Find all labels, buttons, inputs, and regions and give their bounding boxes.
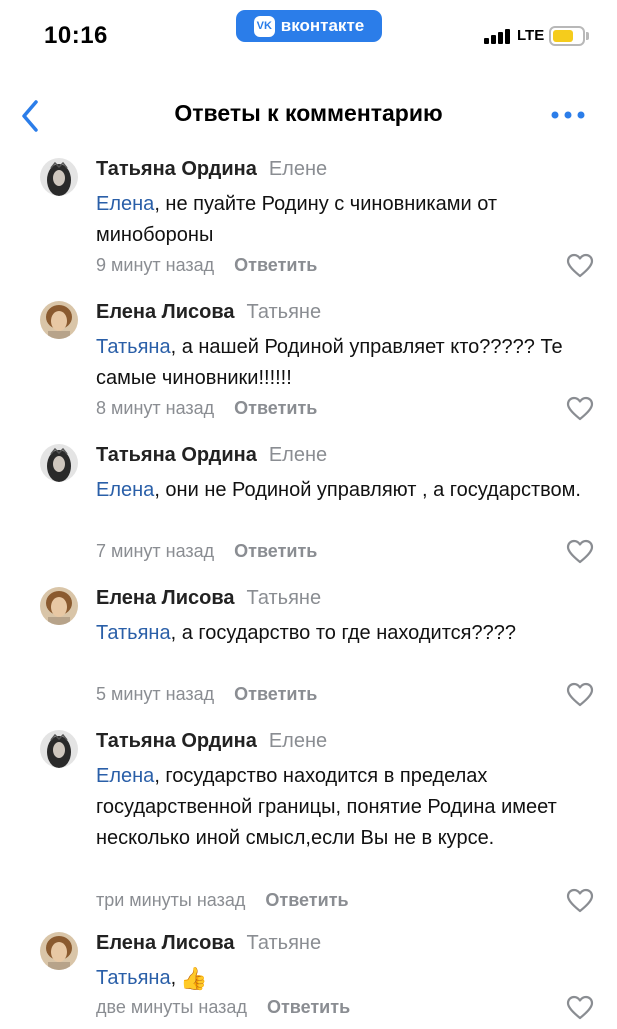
page-title: Ответы к комментарию: [174, 100, 443, 126]
comment-item: Татьяна Ордина Елене Елена, они не Родино…: [0, 438, 617, 581]
battery-icon: [549, 26, 585, 46]
comment-body: , а государство то где находится????: [170, 622, 516, 644]
mention-link[interactable]: Татьяна: [96, 622, 171, 644]
reply-to[interactable]: Татьяне: [247, 587, 322, 609]
comment-body: , они не Родиной управляют , а государст…: [154, 479, 581, 501]
mention-link[interactable]: Елена: [96, 193, 154, 215]
comment-meta: 9 минут назад Ответить: [96, 255, 317, 276]
like-button[interactable]: [566, 539, 594, 565]
comment-author[interactable]: Татьяна Ордина: [96, 444, 257, 466]
comment-item: Елена Лисова Татьяне Татьяна, а государст…: [0, 581, 617, 724]
like-button[interactable]: [566, 253, 594, 279]
comment-author[interactable]: Елена Лисова: [96, 932, 235, 954]
comment-time: 5 минут назад: [96, 684, 215, 704]
comment-time: 7 минут назад: [96, 541, 215, 561]
comment-meta: две минуты назад Ответить: [96, 997, 350, 1018]
reply-button[interactable]: Ответить: [234, 541, 317, 561]
comment-author[interactable]: Елена Лисова: [96, 301, 235, 323]
reply-button[interactable]: Ответить: [267, 997, 350, 1017]
comment-text: Елена, государство находится в пределах …: [96, 761, 601, 854]
reply-button[interactable]: Ответить: [234, 684, 317, 704]
heart-icon: [566, 396, 594, 421]
mention-link[interactable]: Елена: [96, 765, 154, 787]
mention-link[interactable]: Татьяна: [96, 967, 171, 989]
reply-button[interactable]: Ответить: [234, 398, 317, 418]
comment-header: Елена Лисова Татьяне: [96, 587, 321, 610]
comment-text: Елена, они не Родиной управляют , а госу…: [96, 475, 601, 506]
battery-tip: [586, 32, 589, 40]
heart-icon: [566, 253, 594, 278]
heart-icon: [566, 995, 594, 1020]
comment-item: Елена Лисова Татьяне Татьяна, а нашей Род…: [0, 295, 617, 438]
reply-to[interactable]: Елене: [269, 158, 327, 180]
status-time: 10:16: [44, 22, 108, 49]
reply-to[interactable]: Елене: [269, 730, 327, 752]
comment-author[interactable]: Елена Лисова: [96, 587, 235, 609]
reply-button[interactable]: Ответить: [234, 255, 317, 275]
reply-to[interactable]: Татьяне: [247, 301, 322, 323]
heart-icon: [566, 682, 594, 707]
nav-header: Ответы к комментарию: [0, 90, 617, 140]
comment-item: Татьяна Ордина Елене Елена, государство н…: [0, 724, 617, 926]
vk-logo-icon: VK: [253, 15, 275, 37]
more-dots-icon: [551, 111, 585, 119]
comment-header: Татьяна Ордина Елене: [96, 444, 327, 467]
comment-text: Елена, не пуайте Родину с чиновниками от…: [96, 189, 601, 251]
comment-header: Татьяна Ордина Елене: [96, 158, 327, 181]
comment-time: 8 минут назад: [96, 398, 215, 418]
comment-meta: 8 минут назад Ответить: [96, 398, 317, 419]
signal-icon: [484, 28, 512, 44]
comments-list: Татьяна Ордина Елене Елена, не пуайте Род…: [0, 152, 617, 1026]
avatar[interactable]: [40, 730, 78, 768]
like-button[interactable]: [566, 396, 594, 422]
avatar-tatiana-icon: [40, 444, 78, 482]
avatar-tatiana-icon: [40, 730, 78, 768]
avatar[interactable]: [40, 158, 78, 196]
avatar-tatiana-icon: [40, 158, 78, 196]
comment-time: 9 минут назад: [96, 255, 215, 275]
comment-meta: 7 минут назад Ответить: [96, 541, 317, 562]
avatar-elena-icon: [40, 932, 78, 970]
heart-icon: [566, 539, 594, 564]
avatar[interactable]: [40, 932, 78, 970]
comment-text: Татьяна, а нашей Родиной управляет кто??…: [96, 332, 601, 394]
avatar[interactable]: [40, 587, 78, 625]
heart-icon: [566, 888, 594, 913]
comment-header: Елена Лисова Татьяне: [96, 932, 321, 955]
comment-body: ,: [170, 967, 177, 989]
thumbs-up-emoji: 👍: [180, 966, 208, 991]
mention-link[interactable]: Елена: [96, 479, 154, 501]
comment-meta: три минуты назад Ответить: [96, 890, 349, 911]
avatar[interactable]: [40, 444, 78, 482]
comment-time: три минуты назад: [96, 890, 246, 910]
avatar[interactable]: [40, 301, 78, 339]
vk-app-name: вконтакте: [280, 16, 365, 35]
more-button[interactable]: [550, 108, 586, 122]
comment-meta: 5 минут назад Ответить: [96, 684, 317, 705]
comment-body: , государство находится в пределах госуд…: [96, 765, 557, 849]
like-button[interactable]: [566, 995, 594, 1021]
reply-to[interactable]: Татьяне: [247, 932, 322, 954]
comment-header: Татьяна Ордина Елене: [96, 730, 327, 753]
comment-item: Татьяна Ордина Елене Елена, не пуайте Род…: [0, 152, 617, 295]
mention-link[interactable]: Татьяна: [96, 336, 171, 358]
vk-app-badge[interactable]: VK вконтакте: [236, 10, 382, 42]
comment-time: две минуты назад: [96, 997, 247, 1017]
comment-text: Татьяна, 👍: [96, 963, 601, 994]
comment-text: Татьяна, а государство то где находится?…: [96, 618, 601, 649]
comment-body: , не пуайте Родину с чиновниками от мино…: [96, 193, 498, 246]
comment-author[interactable]: Татьяна Ордина: [96, 730, 257, 752]
comment-item: Елена Лисова Татьяне Татьяна, 👍 две минуты…: [0, 926, 617, 1026]
avatar-elena-icon: [40, 301, 78, 339]
reply-to[interactable]: Елене: [269, 444, 327, 466]
comment-author[interactable]: Татьяна Ордина: [96, 158, 257, 180]
reply-button[interactable]: Ответить: [265, 890, 348, 910]
status-bar: 10:16 VK вконтакте LTE: [0, 0, 617, 80]
network-type: LTE: [517, 27, 545, 44]
avatar-elena-icon: [40, 587, 78, 625]
like-button[interactable]: [566, 682, 594, 708]
like-button[interactable]: [566, 888, 594, 914]
comment-header: Елена Лисова Татьяне: [96, 301, 321, 324]
